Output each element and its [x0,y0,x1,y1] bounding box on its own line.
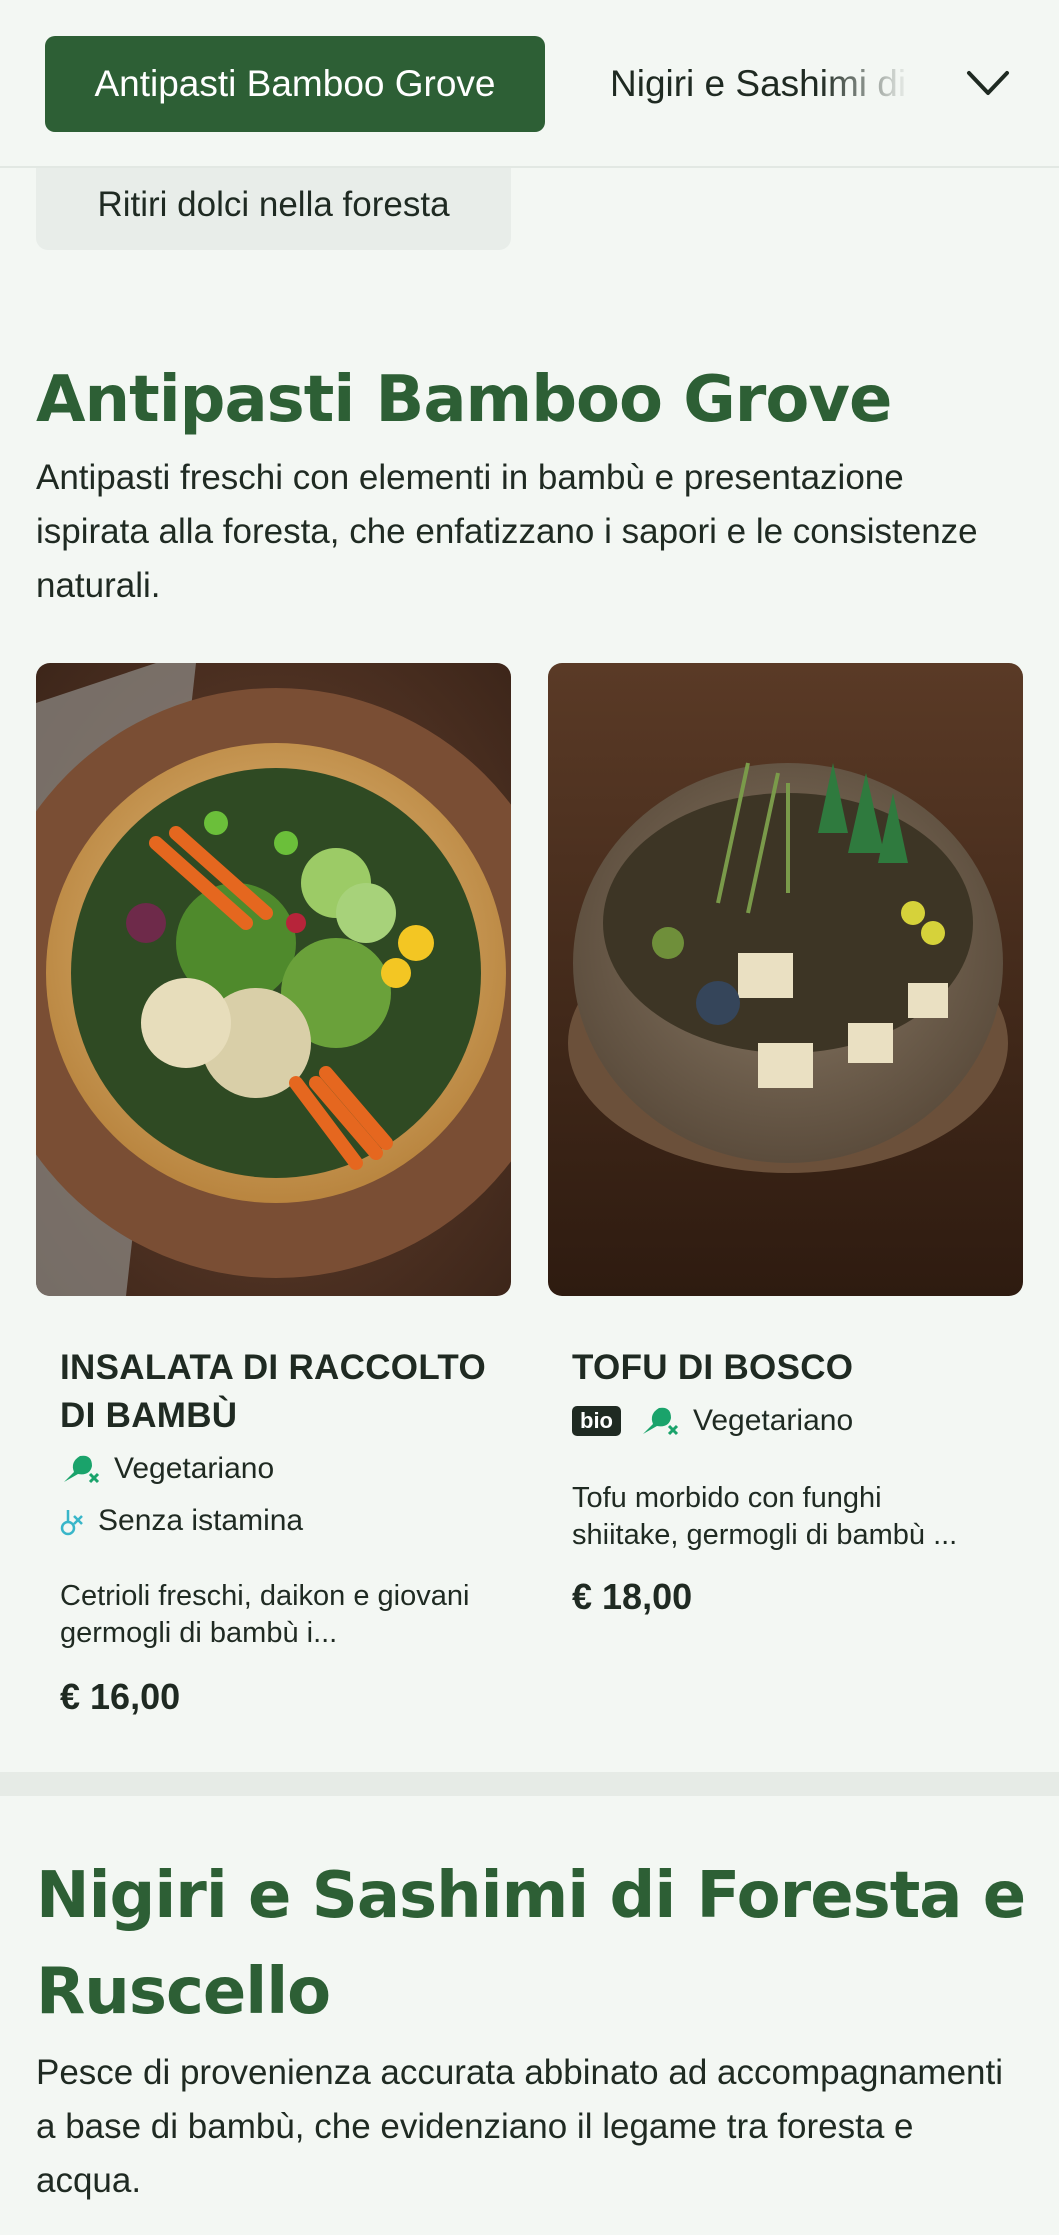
section-description: Antipasti freschi con elementi in bambù … [36,458,978,605]
vegetarian-icon [639,1404,679,1438]
item-price: € 18,00 [572,1576,693,1617]
bio-badge: bio [572,1406,621,1436]
item-description: Cetrioli freschi, daikon e giovani germo… [60,1580,470,1649]
item-price: € 16,00 [60,1676,181,1717]
tag-label: Vegetariano [114,1452,275,1485]
section-divider [0,1772,1059,1796]
category-nav: Antipasti Bamboo Grove Nigiri e Sashimi … [0,0,1059,168]
section-title: Nigiri e Sashimi di Foresta e Ruscello [36,1859,1026,2029]
tag-no-histamine: Senza istamina [60,1504,303,1538]
tab-overflow-fade [820,36,950,132]
chevron-down-icon[interactable] [960,56,1016,112]
tag-label: Vegetariano [693,1404,854,1437]
salad-image[interactable] [36,663,511,1296]
tab-antipasti[interactable]: Antipasti Bamboo Grove [45,36,545,132]
section-description: Pesce di provenienza accurata abbinato a… [36,2053,1004,2200]
tag-vegetarian: Vegetariano [60,1452,274,1486]
tab-dolci[interactable]: Ritiri dolci nella foresta [36,160,511,250]
item-description: Tofu morbido con funghi shiitake, germog… [572,1482,958,1551]
item-name[interactable]: INSALATA DI RACCOLTO DI BAMBÙ [60,1344,500,1440]
tofu-image[interactable] [548,663,1023,1296]
tag-label: Senza istamina [98,1504,304,1537]
tag-vegetarian: bio Vegetariano [572,1404,853,1438]
item-name[interactable]: TOFU DI BOSCO [572,1344,1012,1392]
histamine-icon [60,1506,84,1536]
vegetarian-icon [60,1452,100,1486]
section-title: Antipasti Bamboo Grove [36,363,892,437]
